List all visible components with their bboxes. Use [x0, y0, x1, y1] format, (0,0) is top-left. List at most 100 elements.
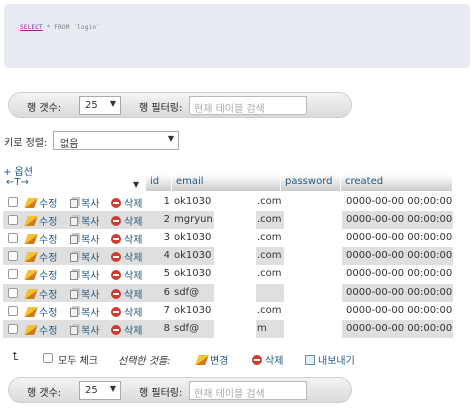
row-edit-button[interactable]: 수정	[24, 322, 57, 337]
arrow-up-icon: ⮤	[12, 350, 19, 363]
row-delete-button[interactable]: 삭제	[111, 195, 142, 210]
column-arrows[interactable]: ←T→	[6, 177, 29, 188]
column-header-created[interactable]: created	[341, 174, 453, 191]
copy-icon	[70, 271, 78, 280]
row-delete-button[interactable]: 삭제	[111, 267, 142, 282]
cell-password	[284, 211, 342, 229]
sort-by-key-select[interactable]: 없음 ▼	[53, 131, 179, 150]
row-edit-button[interactable]: 수정	[24, 286, 57, 301]
row-checkbox[interactable]	[8, 306, 18, 316]
redaction-mask	[214, 247, 256, 265]
cell-email-start: ok1030	[174, 305, 212, 316]
cell-email-start: ok1030	[174, 232, 212, 243]
row-delete-label: 삭제	[124, 326, 143, 337]
row-copy-button[interactable]: 복사	[70, 267, 99, 282]
pencil-icon	[24, 198, 38, 208]
row-delete-label: 삭제	[124, 235, 143, 246]
cell-created: 0000-00-00 00:00:00	[346, 196, 453, 207]
row-edit-label: 수정	[39, 199, 58, 210]
sql-query: SELECT * FROM `login`	[20, 24, 100, 31]
bulk-edit-label: 변경	[210, 356, 229, 367]
row-checkbox[interactable]	[8, 251, 18, 261]
row-delete-button[interactable]: 삭제	[111, 286, 142, 301]
cell-email-start: ok1030	[174, 196, 212, 207]
sort-dropdown-icon[interactable]: ▼	[133, 180, 139, 189]
delete-icon	[111, 325, 121, 335]
redaction-mask	[214, 320, 256, 338]
column-header-email[interactable]: email	[172, 174, 281, 191]
row-copy-label: 복사	[81, 235, 100, 246]
row-delete-button[interactable]: 삭제	[111, 304, 142, 319]
rows-count-label: 행 갯수:	[27, 103, 62, 114]
column-header-id[interactable]: id	[146, 174, 172, 191]
row-copy-button[interactable]: 복사	[70, 304, 99, 319]
copy-icon	[70, 326, 78, 335]
row-copy-button[interactable]: 복사	[70, 213, 99, 228]
row-delete-button[interactable]: 삭제	[111, 231, 142, 246]
row-copy-label: 복사	[81, 308, 100, 319]
cell-created: 0000-00-00 00:00:00	[346, 250, 453, 261]
row-filter-input[interactable]: 현재 테이블 검색	[189, 96, 307, 115]
table-row: 수정 복사 삭제 8 sdf@ m 0000-00-00 00:00:00	[3, 320, 453, 338]
cell-id: 2	[163, 214, 170, 225]
row-copy-button[interactable]: 복사	[70, 231, 99, 246]
row-delete-label: 삭제	[124, 253, 143, 264]
rows-count-select[interactable]: 25 ▼	[79, 96, 121, 115]
row-edit-button[interactable]: 수정	[24, 195, 58, 210]
row-copy-button[interactable]: 복사	[70, 249, 99, 264]
row-edit-button[interactable]: 수정	[24, 304, 57, 319]
check-all-label[interactable]: 모두 체크	[58, 352, 98, 367]
row-edit-label: 수정	[39, 217, 58, 228]
pencil-icon	[24, 289, 38, 299]
row-edit-button[interactable]: 수정	[24, 249, 57, 264]
with-selected-label: 선택한 것들:	[118, 356, 171, 367]
delete-icon	[111, 270, 121, 280]
bulk-delete-button[interactable]: 삭제	[252, 352, 283, 367]
row-filter-label: 행 필터링:	[139, 388, 183, 399]
export-icon	[305, 355, 315, 365]
row-checkbox[interactable]	[8, 197, 18, 207]
row-delete-label: 삭제	[124, 199, 143, 210]
row-delete-button[interactable]: 삭제	[111, 322, 142, 337]
cell-id: 7	[163, 305, 170, 316]
row-copy-label: 복사	[81, 326, 100, 337]
row-edit-button[interactable]: 수정	[24, 213, 58, 228]
row-edit-button[interactable]: 수정	[24, 267, 57, 282]
rows-count-select[interactable]: 25 ▼	[79, 381, 121, 400]
table-row: 수정 복사 삭제 1 ok1030 .com 0000-00-00 00:00:…	[3, 193, 453, 211]
row-copy-button[interactable]: 복사	[70, 322, 99, 337]
row-checkbox[interactable]	[8, 233, 18, 243]
row-checkbox[interactable]	[8, 215, 18, 225]
row-checkbox[interactable]	[8, 288, 18, 298]
row-checkbox[interactable]	[8, 324, 18, 334]
rows-count-value: 25	[85, 100, 98, 111]
sort-by-key-value: 없음	[60, 139, 79, 150]
check-all-checkbox[interactable]	[43, 353, 53, 363]
row-delete-button[interactable]: 삭제	[111, 249, 142, 264]
bulk-delete-label: 삭제	[265, 356, 284, 367]
cell-email-end: .com	[257, 232, 282, 243]
row-copy-label: 복사	[81, 271, 100, 282]
row-delete-button[interactable]: 삭제	[111, 213, 142, 228]
column-header-password[interactable]: password	[281, 174, 341, 191]
delete-icon	[111, 234, 121, 244]
row-copy-button[interactable]: 복사	[70, 286, 99, 301]
chevron-down-icon: ▼	[167, 134, 174, 143]
row-checkbox[interactable]	[8, 269, 18, 279]
row-edit-button[interactable]: 수정	[24, 231, 58, 246]
row-filter-label: 행 필터링:	[139, 103, 183, 114]
copy-icon	[70, 235, 78, 244]
cell-created: 0000-00-00 00:00:00	[346, 214, 453, 225]
table-row: 수정 복사 삭제 7 ok1030 .com 0000-00-00 00:00:…	[3, 302, 453, 320]
redaction-mask	[214, 265, 256, 283]
row-copy-button[interactable]: 복사	[70, 195, 99, 210]
cell-email-start: ok1030	[174, 268, 212, 279]
options-toggle[interactable]: + 옵션	[3, 163, 33, 178]
row-edit-label: 수정	[39, 235, 58, 246]
bulk-edit-button[interactable]: 변경	[195, 352, 229, 367]
bulk-export-button[interactable]: 내보내기	[305, 352, 355, 367]
pencil-icon	[24, 325, 38, 335]
row-filter-input[interactable]: 현재 테이블 검색	[189, 381, 307, 400]
sql-keyword[interactable]: SELECT	[20, 24, 43, 31]
sql-query-box: SELECT * FROM `login`	[4, 4, 470, 68]
